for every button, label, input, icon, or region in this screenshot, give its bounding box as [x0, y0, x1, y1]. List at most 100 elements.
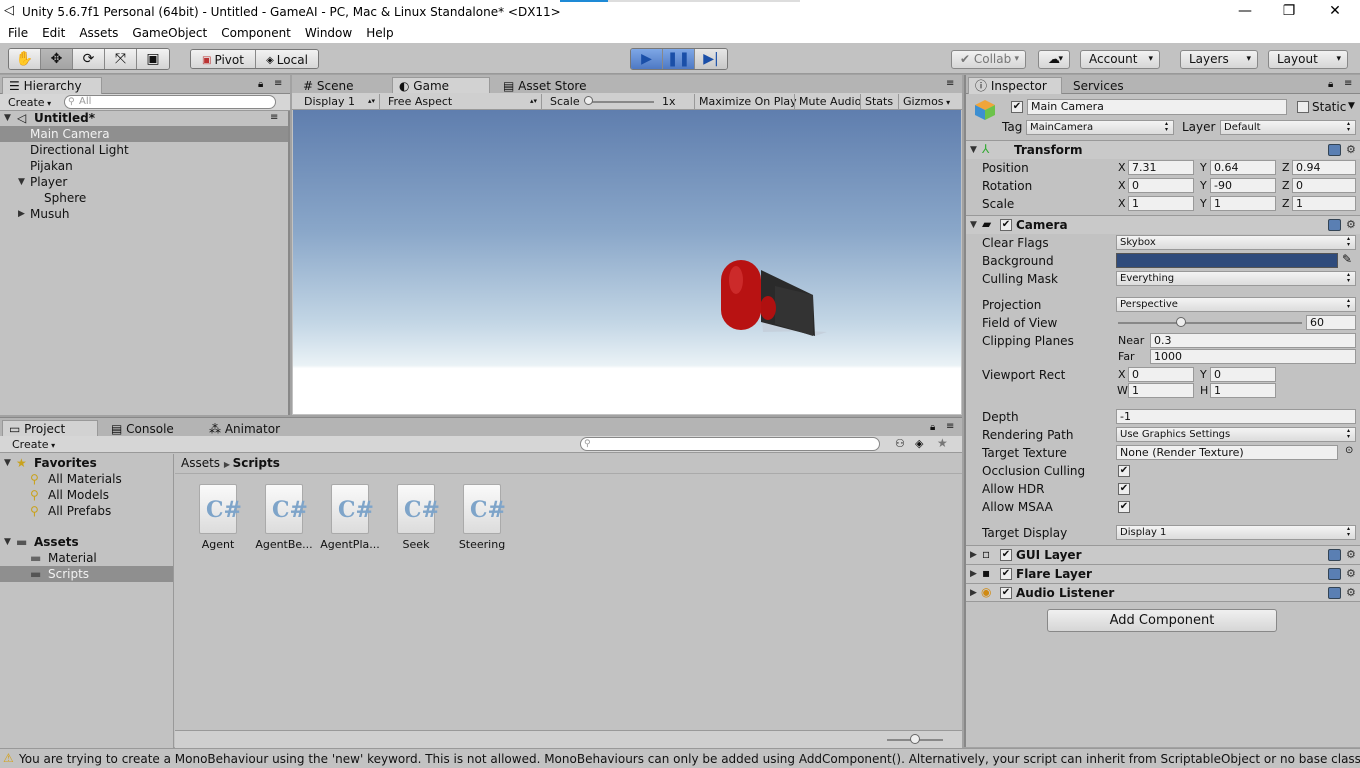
msaa-checkbox[interactable]: ✔: [1118, 501, 1130, 513]
fov-slider-track[interactable]: [1118, 322, 1302, 324]
minimize-button[interactable]: —: [1222, 0, 1268, 23]
script-agent[interactable]: C# Agent: [185, 484, 251, 554]
settings-gear-icon[interactable]: ⚙: [1346, 218, 1356, 231]
tab-hierarchy[interactable]: ☰ Hierarchy: [2, 77, 102, 94]
display-dropdown[interactable]: Display 1 ▴▾: [300, 94, 380, 109]
icon-size-slider-handle[interactable]: [910, 734, 920, 744]
rotate-tool-icon[interactable]: ⟳: [73, 49, 105, 69]
hierarchy-item-pijakan[interactable]: Pijakan: [0, 158, 288, 174]
expand-arrow-icon[interactable]: ▼: [4, 455, 11, 471]
rect-tool-icon[interactable]: ▣: [137, 49, 169, 69]
maximize-button[interactable]: ❐: [1266, 0, 1312, 23]
fav-all-materials[interactable]: ⚲ All Materials: [0, 471, 173, 487]
hand-tool-icon[interactable]: ✋: [9, 49, 41, 69]
gizmos-dropdown[interactable]: Gizmos: [898, 94, 954, 109]
pause-button[interactable]: ❚❚: [663, 49, 695, 69]
folder-scripts[interactable]: ▬ Scripts: [0, 566, 173, 582]
active-checkbox[interactable]: ✔: [1011, 101, 1023, 113]
menu-help[interactable]: Help: [366, 26, 393, 40]
target-texture-field[interactable]: None (Render Texture): [1116, 445, 1338, 460]
expand-arrow-icon[interactable]: ▼: [970, 145, 977, 155]
viewport-w-field[interactable]: 1: [1128, 383, 1194, 398]
menu-assets[interactable]: Assets: [79, 26, 118, 40]
tab-services[interactable]: Services: [1066, 77, 1146, 94]
position-x-field[interactable]: 7.31: [1128, 160, 1194, 175]
lock-icon[interactable]: 🔒︎: [1328, 79, 1333, 90]
hierarchy-item-sphere[interactable]: Sphere: [0, 190, 288, 206]
game-viewport[interactable]: [293, 110, 961, 414]
tab-animator[interactable]: ⁂ Animator: [202, 420, 298, 437]
flare-layer-checkbox[interactable]: ✔: [1000, 568, 1012, 580]
tab-console[interactable]: ▤ Console: [104, 420, 200, 437]
move-tool-icon[interactable]: ✥: [41, 49, 73, 69]
expand-arrow-icon[interactable]: ▼: [4, 534, 11, 550]
tab-game[interactable]: ◐ Game: [392, 77, 490, 94]
lock-icon[interactable]: 🔒︎: [930, 422, 935, 433]
depth-field[interactable]: -1: [1116, 409, 1356, 424]
flare-layer-header[interactable]: ▶ ▪ ✔ Flare Layer ⚙: [966, 564, 1360, 583]
occlusion-checkbox[interactable]: ✔: [1118, 465, 1130, 477]
add-component-button[interactable]: Add Component: [1047, 609, 1277, 632]
collapse-arrow-icon[interactable]: ▶: [18, 206, 25, 222]
pivot-button[interactable]: ▣ Pivot: [191, 50, 256, 68]
layout-dropdown[interactable]: Layout: [1268, 50, 1348, 69]
projection-dropdown[interactable]: Perspective: [1116, 297, 1356, 312]
rendering-path-dropdown[interactable]: Use Graphics Settings: [1116, 427, 1356, 442]
static-checkbox[interactable]: [1297, 101, 1309, 113]
breadcrumb-assets[interactable]: Assets: [181, 456, 220, 470]
scene-root[interactable]: ▼ ◁ Untitled* ≡: [0, 110, 288, 126]
project-search-input[interactable]: ⚲: [580, 437, 880, 451]
filter-label-icon[interactable]: ◈: [915, 437, 923, 450]
settings-gear-icon[interactable]: ⚙: [1346, 548, 1356, 561]
maximize-on-play-toggle[interactable]: Maximize On Play: [694, 94, 801, 109]
tab-inspector[interactable]: ⓘ Inspector: [968, 77, 1062, 94]
fav-all-prefabs[interactable]: ⚲ All Prefabs: [0, 503, 173, 519]
expand-arrow-icon[interactable]: ▼: [18, 174, 25, 190]
mute-audio-toggle[interactable]: Mute Audio: [794, 94, 865, 109]
play-button[interactable]: ▶: [631, 49, 663, 69]
script-steering[interactable]: C# Steering: [449, 484, 515, 554]
hierarchy-item-directional-light[interactable]: Directional Light: [0, 142, 288, 158]
panel-menu-icon[interactable]: ≡: [946, 78, 954, 89]
account-dropdown[interactable]: Account: [1080, 50, 1160, 69]
position-z-field[interactable]: 0.94: [1292, 160, 1356, 175]
expand-arrow-icon[interactable]: ▼: [4, 110, 11, 126]
fav-all-models[interactable]: ⚲ All Models: [0, 487, 173, 503]
breadcrumb-scripts[interactable]: Scripts: [233, 456, 280, 470]
expand-arrow-icon[interactable]: ▼: [970, 220, 977, 230]
script-agentplayer[interactable]: C# AgentPla...: [317, 484, 383, 554]
help-book-icon[interactable]: [1328, 549, 1341, 561]
menu-edit[interactable]: Edit: [42, 26, 65, 40]
scale-tool-icon[interactable]: ⤧: [105, 49, 137, 69]
hdr-checkbox[interactable]: ✔: [1118, 483, 1130, 495]
fov-slider-handle[interactable]: [1175, 317, 1186, 327]
position-y-field[interactable]: 0.64: [1210, 160, 1276, 175]
target-display-dropdown[interactable]: Display 1: [1116, 525, 1356, 540]
audio-listener-header[interactable]: ▶ ◉ ✔ Audio Listener ⚙: [966, 583, 1360, 602]
lock-icon[interactable]: 🔒︎: [258, 79, 263, 90]
local-button[interactable]: ◈ Local: [256, 50, 318, 68]
script-agentbehaviour[interactable]: C# AgentBe...: [251, 484, 317, 554]
hierarchy-search-input[interactable]: ⚲ All: [64, 95, 276, 109]
gui-layer-checkbox[interactable]: ✔: [1000, 549, 1012, 561]
object-picker-icon[interactable]: ⊙: [1345, 445, 1353, 456]
hierarchy-item-player[interactable]: ▼ Player: [0, 174, 288, 190]
rotation-x-field[interactable]: 0: [1128, 178, 1194, 193]
hierarchy-item-musuh[interactable]: ▶ Musuh: [0, 206, 288, 222]
collab-dropdown[interactable]: ✔ Collab: [951, 50, 1026, 69]
stats-toggle[interactable]: Stats: [860, 94, 897, 109]
viewport-y-field[interactable]: 0: [1210, 367, 1276, 382]
transform-header[interactable]: ▼ ⅄ Transform ⚙: [966, 140, 1360, 159]
scale-x-field[interactable]: 1: [1128, 196, 1194, 211]
help-book-icon[interactable]: [1328, 587, 1341, 599]
panel-menu-icon[interactable]: ≡: [946, 421, 954, 432]
status-bar[interactable]: ⚠ You are trying to create a MonoBehavio…: [0, 748, 1360, 768]
cloud-button[interactable]: ☁: [1038, 50, 1070, 69]
scene-menu-icon[interactable]: ≡: [270, 110, 278, 126]
clear-flags-dropdown[interactable]: Skybox: [1116, 235, 1356, 250]
expand-arrow-icon[interactable]: ▶: [970, 550, 977, 560]
hierarchy-create-button[interactable]: Create: [4, 95, 55, 110]
audio-listener-checkbox[interactable]: ✔: [1000, 587, 1012, 599]
menu-file[interactable]: File: [8, 26, 28, 40]
hierarchy-item-main-camera[interactable]: Main Camera: [0, 126, 288, 142]
